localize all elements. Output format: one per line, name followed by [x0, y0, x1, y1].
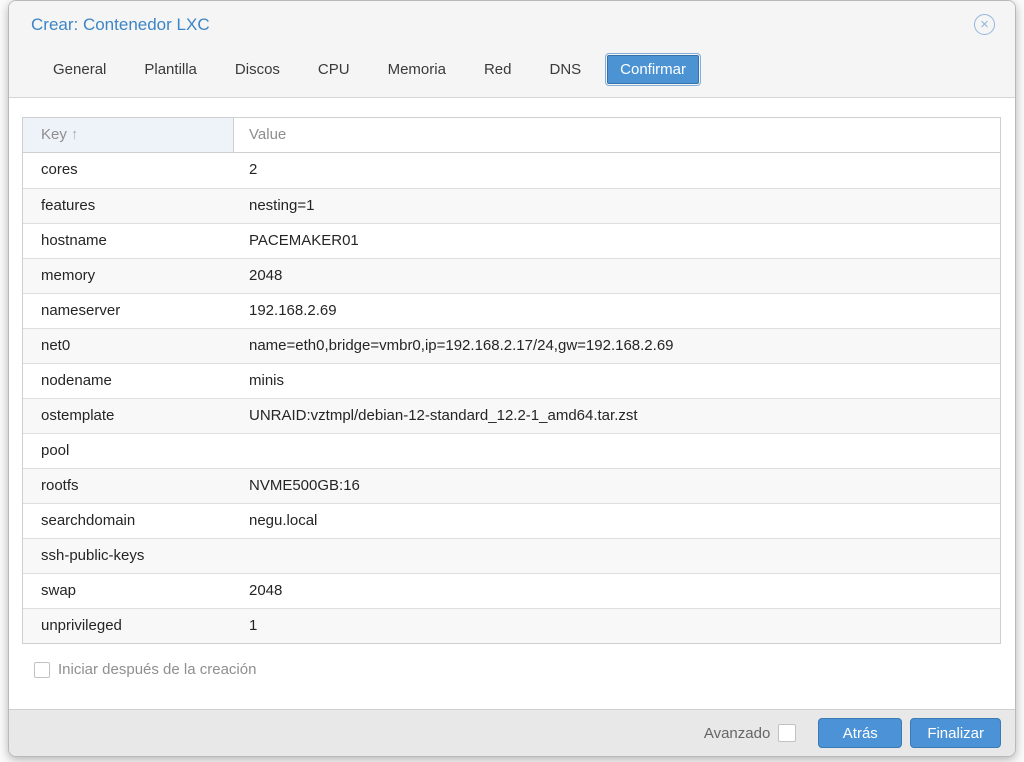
row-key: pool — [23, 434, 234, 468]
tab-plantilla[interactable]: Plantilla — [132, 56, 209, 83]
row-value: UNRAID:vztmpl/debian-12-standard_12.2-1_… — [234, 399, 1000, 433]
row-key: hostname — [23, 224, 234, 258]
row-value: negu.local — [234, 504, 1000, 538]
row-key: searchdomain — [23, 504, 234, 538]
advanced-checkbox[interactable] — [778, 724, 796, 742]
row-key: nodename — [23, 364, 234, 398]
tab-dns[interactable]: DNS — [537, 56, 593, 83]
start-after-create-label: Iniciar después de la creación — [58, 661, 256, 678]
tab-red[interactable]: Red — [472, 56, 524, 83]
row-key: ssh-public-keys — [23, 539, 234, 573]
table-row[interactable]: nodename minis — [23, 363, 1000, 398]
dialog-body: Key↑ Value cores 2 features nesting=1 ho… — [9, 117, 1015, 729]
row-value: NVME500GB:16 — [234, 469, 1000, 503]
value-column-label: Value — [249, 126, 286, 143]
column-header-key[interactable]: Key↑ — [23, 118, 234, 152]
row-key: cores — [23, 153, 234, 188]
tab-cpu[interactable]: CPU — [306, 56, 362, 83]
tab-discos[interactable]: Discos — [223, 56, 292, 83]
finish-button[interactable]: Finalizar — [910, 718, 1001, 748]
row-value — [234, 434, 1000, 468]
tab-bar: General Plantilla Discos CPU Memoria Red DNS Co… — [41, 51, 993, 87]
table-row[interactable]: cores 2 — [23, 153, 1000, 188]
dialog-footer: Avanzado Atrás Finalizar — [9, 709, 1015, 756]
table-row[interactable]: searchdomain negu.local — [23, 503, 1000, 538]
table-row[interactable]: nameserver 192.168.2.69 — [23, 293, 1000, 328]
tab-confirmar[interactable]: Confirmar — [607, 55, 699, 84]
column-header-value[interactable]: Value — [234, 118, 1000, 152]
row-value: 2 — [234, 153, 1000, 188]
start-after-create-option: Iniciar después de la creación — [34, 661, 1015, 678]
table-row[interactable]: ssh-public-keys — [23, 538, 1000, 573]
tab-general[interactable]: General — [41, 56, 118, 83]
create-lxc-dialog: Crear: Contenedor LXC × General Plantilla… — [8, 0, 1016, 757]
row-key: swap — [23, 574, 234, 608]
dialog-header: Crear: Contenedor LXC × General Plantilla… — [9, 1, 1015, 98]
row-value: 1 — [234, 609, 1000, 643]
table-row[interactable]: swap 2048 — [23, 573, 1000, 608]
start-after-create-checkbox[interactable] — [34, 662, 50, 678]
row-value: PACEMAKER01 — [234, 224, 1000, 258]
key-column-label: Key — [41, 126, 67, 143]
tab-memoria[interactable]: Memoria — [376, 56, 458, 83]
table-row[interactable]: memory 2048 — [23, 258, 1000, 293]
table-body: cores 2 features nesting=1 hostname PACE… — [22, 153, 1001, 644]
row-key: memory — [23, 259, 234, 293]
row-value: minis — [234, 364, 1000, 398]
sort-ascending-icon: ↑ — [71, 126, 79, 143]
row-value: 192.168.2.69 — [234, 294, 1000, 328]
table-row[interactable]: net0 name=eth0,bridge=vmbr0,ip=192.168.2… — [23, 328, 1000, 363]
row-value: nesting=1 — [234, 189, 1000, 223]
dialog-title: Crear: Contenedor LXC — [31, 14, 993, 36]
table-row[interactable]: hostname PACEMAKER01 — [23, 223, 1000, 258]
row-key: net0 — [23, 329, 234, 363]
row-key: unprivileged — [23, 609, 234, 643]
confirm-settings-table: Key↑ Value cores 2 features nesting=1 ho… — [22, 117, 1001, 644]
row-key: features — [23, 189, 234, 223]
table-row[interactable]: rootfs NVME500GB:16 — [23, 468, 1000, 503]
table-row[interactable]: pool — [23, 433, 1000, 468]
close-icon[interactable]: × — [974, 14, 995, 35]
row-value: 2048 — [234, 259, 1000, 293]
back-button[interactable]: Atrás — [818, 718, 902, 748]
table-row[interactable]: features nesting=1 — [23, 188, 1000, 223]
table-header-row: Key↑ Value — [22, 117, 1001, 153]
row-value: 2048 — [234, 574, 1000, 608]
row-value — [234, 539, 1000, 573]
row-key: nameserver — [23, 294, 234, 328]
advanced-label: Avanzado — [704, 725, 770, 742]
table-row[interactable]: unprivileged 1 — [23, 608, 1000, 643]
row-key: rootfs — [23, 469, 234, 503]
row-key: ostemplate — [23, 399, 234, 433]
table-row[interactable]: ostemplate UNRAID:vztmpl/debian-12-stand… — [23, 398, 1000, 433]
row-value: name=eth0,bridge=vmbr0,ip=192.168.2.17/2… — [234, 329, 1000, 363]
